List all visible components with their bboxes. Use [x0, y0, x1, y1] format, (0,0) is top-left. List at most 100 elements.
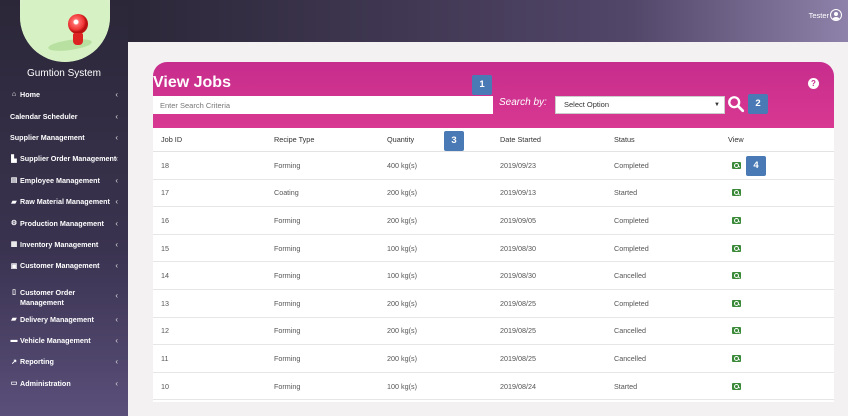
view-job-button[interactable] — [732, 299, 741, 307]
sidebar-item-employee-management[interactable]: ▤ Employee Management ‹ — [0, 170, 128, 191]
sidebar-item-label: Inventory Management — [20, 239, 99, 249]
chevron-left-icon: ‹ — [115, 197, 118, 207]
status-cell: Completed — [614, 243, 649, 253]
sidebar-item-delivery-management[interactable]: ▰ Delivery Management ‹ — [0, 309, 128, 330]
column-header-date-started: Date Started — [500, 135, 541, 144]
job-id-cell: 12 — [161, 326, 169, 336]
view-job-button[interactable] — [732, 354, 741, 362]
column-header-job-id: Job ID — [161, 135, 183, 144]
user-menu[interactable]: Tester — [809, 9, 842, 21]
job-id-cell: 11 — [161, 353, 169, 363]
view-job-button[interactable] — [732, 382, 741, 390]
chevron-down-icon: ▼ — [714, 102, 720, 108]
sidebar-item-label: Production Management — [20, 218, 104, 228]
recipe-type-cell: Forming — [274, 381, 301, 391]
table-row: 14 Forming 100 kg(s) 2019/08/30 Cancelled — [153, 262, 834, 290]
table-header: Job ID Recipe Type Quantity Date Started… — [153, 128, 834, 152]
sidebar-item-calendar-scheduler[interactable]: Calendar Scheduler ‹ — [0, 105, 128, 126]
sidebar-item-supplier-order-management[interactable]: ▙ Supplier Order Management ‹ — [0, 148, 128, 169]
view-job-button[interactable] — [732, 189, 741, 197]
job-id-cell: 17 — [161, 188, 169, 198]
sidebar-item-label: Employee Management — [20, 175, 100, 185]
recipe-type-cell: Forming — [274, 215, 301, 225]
quantity-cell: 400 kg(s) — [387, 160, 417, 170]
view-job-button[interactable] — [732, 272, 741, 280]
recipe-type-cell: Coating — [274, 188, 299, 198]
view-job-button[interactable] — [732, 216, 741, 224]
table-row: 11 Forming 200 kg(s) 2019/08/25 Cancelled — [153, 345, 834, 373]
quantity-cell: 100 kg(s) — [387, 243, 417, 253]
search-input[interactable] — [153, 96, 493, 114]
cogs-icon: ⚙ — [10, 220, 18, 228]
table-row: 10 Forming 100 kg(s) 2019/08/24 Started — [153, 372, 834, 401]
user-avatar-icon[interactable] — [830, 9, 842, 21]
sidebar-item-label: Reporting — [20, 357, 54, 367]
home-icon: ⌂ — [11, 91, 17, 99]
sidebar-item-production-management[interactable]: ⚙ Production Management ‹ — [0, 212, 128, 233]
car-icon: ▬ — [10, 337, 18, 345]
sidebar-item-label: Home — [20, 90, 40, 100]
truck-icon: ▰ — [11, 198, 17, 206]
date-started-cell: 2019/09/23 — [500, 160, 536, 170]
gumball-machine-icon — [68, 14, 88, 34]
chevron-left-icon: ‹ — [115, 111, 118, 121]
view-job-button[interactable] — [732, 327, 741, 335]
search-by-label: Search by: — [499, 97, 547, 108]
recipe-type-cell: Forming — [274, 271, 301, 281]
chevron-left-icon: ‹ — [115, 357, 118, 367]
status-cell: Cancelled — [614, 271, 646, 281]
sidebar: Gumtion System ⌂ Home ‹ Calendar Scheduler ‹… — [0, 0, 128, 416]
chevron-left-icon: ‹ — [115, 290, 118, 300]
date-started-cell: 2019/08/25 — [500, 326, 536, 336]
search-option-select[interactable]: Select Option ▼ — [555, 96, 725, 114]
sidebar-item-raw-material-management[interactable]: ▰ Raw Material Management ‹ — [0, 191, 128, 212]
sidebar-item-reporting[interactable]: ↗ Reporting ‹ — [0, 351, 128, 372]
system-name: Gumtion System — [27, 68, 101, 79]
table-row: 17 Coating 200 kg(s) 2019/09/13 Started — [153, 180, 834, 208]
sidebar-item-vehicle-management[interactable]: ▬ Vehicle Management ‹ — [0, 330, 128, 351]
help-icon[interactable]: ? — [808, 78, 819, 89]
sidebar-item-home[interactable]: ⌂ Home ‹ — [0, 84, 128, 105]
sidebar-item-supplier-management[interactable]: Supplier Management ‹ — [0, 127, 128, 148]
date-started-cell: 2019/08/25 — [500, 298, 536, 308]
quantity-cell: 200 kg(s) — [387, 298, 417, 308]
sidebar-item-administration[interactable]: ▭ Administration ‹ — [0, 373, 128, 394]
date-started-cell: 2019/08/24 — [500, 381, 536, 391]
sidebar-item-label: Customer Management — [20, 261, 100, 271]
chevron-left-icon: ‹ — [115, 378, 118, 388]
annotation-badge-4: 4 — [746, 156, 766, 176]
table-row: 16 Forming 200 kg(s) 2019/09/05 Completed — [153, 207, 834, 235]
sidebar-item-customer-management[interactable]: ▣ Customer Management ‹ — [0, 255, 128, 276]
user-card-icon: ▣ — [10, 262, 18, 270]
chevron-left-icon: ‹ — [115, 239, 118, 249]
search-icon[interactable] — [727, 95, 745, 113]
chevron-left-icon: ‹ — [115, 314, 118, 324]
sidebar-item-label: Raw Material Management — [20, 197, 110, 207]
chevron-left-icon: ‹ — [115, 218, 118, 228]
recipe-type-cell: Forming — [274, 353, 301, 363]
view-job-button[interactable] — [732, 161, 741, 169]
recipe-type-cell: Forming — [274, 326, 301, 336]
recipe-type-cell: Forming — [274, 160, 301, 170]
table-row: 15 Forming 100 kg(s) 2019/08/30 Completed — [153, 235, 834, 263]
date-started-cell: 2019/08/25 — [500, 353, 536, 363]
status-cell: Cancelled — [614, 353, 646, 363]
sidebar-item-label: Customer Order Management — [20, 287, 76, 307]
sidebar-item-label: Supplier Management — [10, 132, 85, 142]
list-icon: ▦ — [10, 241, 18, 249]
chevron-left-icon: ‹ — [115, 132, 118, 142]
quantity-cell: 100 kg(s) — [387, 271, 417, 281]
job-id-cell: 10 — [161, 381, 169, 391]
sidebar-item-inventory-management[interactable]: ▦ Inventory Management ‹ — [0, 234, 128, 255]
job-id-cell: 15 — [161, 243, 169, 253]
quantity-cell: 200 kg(s) — [387, 353, 417, 363]
date-started-cell: 2019/09/13 — [500, 188, 536, 198]
view-job-button[interactable] — [732, 244, 741, 252]
sidebar-item-label: Vehicle Management — [20, 336, 91, 346]
chevron-left-icon: ‹ — [115, 336, 118, 346]
column-header-recipe-type: Recipe Type — [274, 135, 315, 144]
annotation-badge-1: 1 — [472, 75, 492, 95]
sidebar-item-customer-order-management[interactable]: ▯ Customer Order Management ‹ — [0, 277, 128, 309]
laptop-icon: ▭ — [10, 380, 18, 388]
date-started-cell: 2019/09/05 — [500, 215, 536, 225]
